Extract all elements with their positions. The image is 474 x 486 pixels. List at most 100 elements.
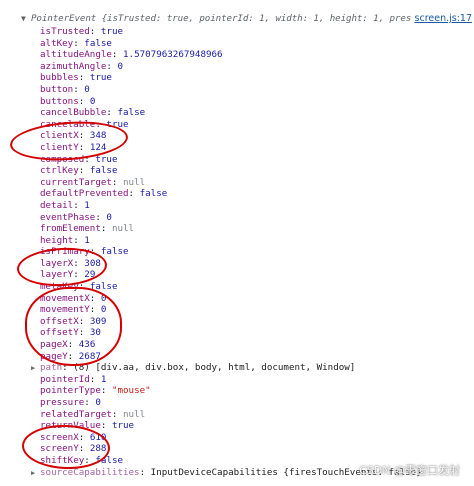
property-key: detail [40, 199, 74, 211]
property-key: pointerType [40, 385, 101, 397]
property-row-metakey: metaKey: false [0, 281, 474, 293]
property-value: 1 [100, 373, 107, 385]
key-separator: : [78, 130, 90, 142]
property-key: currentTarget [40, 176, 112, 188]
property-value: false [89, 165, 118, 177]
property-key: bubbles [40, 72, 79, 84]
property-key: fromElement [40, 223, 101, 235]
key-separator: : [73, 83, 85, 95]
key-separator: : [73, 199, 85, 211]
property-row-composed: composed: true [0, 154, 474, 166]
property-row-pagey: pageY: 2687 [0, 351, 474, 363]
expand-triangle-icon[interactable]: ▶ [31, 468, 40, 480]
property-row-buttons: buttons: 0 [0, 96, 474, 108]
property-value: true [100, 26, 124, 37]
watermark: CSDN @零窗口发射 [359, 464, 460, 477]
key-separator: : [73, 269, 85, 281]
key-separator: : [67, 350, 79, 362]
key-separator: : [106, 107, 118, 119]
property-row-istrusted: isTrusted: true [0, 26, 474, 38]
property-row-screeny: screenY: 288 [0, 443, 474, 455]
property-value: 1 [84, 199, 90, 211]
key-separator: : [78, 141, 90, 153]
property-key: offsetX [40, 315, 79, 327]
property-row-button: button: 0 [0, 84, 474, 96]
property-key: isPrimary [40, 246, 90, 258]
key-separator: : [67, 339, 79, 351]
property-row-offsety: offsetY: 30 [0, 327, 474, 339]
property-value: 0 [106, 211, 112, 223]
property-row-layery: layerY: 29 [0, 269, 474, 281]
property-key: composed [40, 153, 85, 165]
property-value: 0 [84, 83, 90, 95]
property-value: true [95, 153, 118, 165]
property-row-pressure: pressure: 0 [0, 397, 474, 409]
property-value: 348 [89, 130, 107, 142]
property-value: "mouse" [111, 385, 151, 397]
property-row-altkey: altKey: false [0, 38, 474, 50]
property-row-path[interactable]: ▶ path: (8) [div.aa, div.box, body, html,… [0, 362, 474, 374]
property-key: returnValue [40, 420, 101, 432]
property-row-cancelable: cancelable: true [0, 119, 474, 131]
property-value: 1 [84, 234, 90, 246]
property-value: 610 [89, 431, 107, 443]
key-separator: : [78, 95, 90, 107]
property-row-eventphase: eventPhase: 0 [0, 212, 474, 224]
property-key: pointerId [40, 373, 90, 385]
source-file-link[interactable]: screen.js:17 [411, 12, 472, 26]
key-separator: : [73, 234, 85, 246]
key-separator: : [84, 153, 96, 165]
console-log-entry[interactable]: ▼ PointerEvent {isTrusted: true, pointer… [0, 12, 474, 26]
property-row-fromelement: fromElement: null [0, 223, 474, 235]
property-key: altKey [40, 37, 74, 49]
property-row-altitudeangle: altitudeAngle: 1.5707963267948966 [0, 49, 474, 61]
property-value: true [111, 420, 135, 432]
property-value: 0 [100, 304, 107, 316]
property-value: 0 [100, 292, 107, 304]
property-key: pressure [40, 397, 85, 408]
property-key: offsetY [40, 327, 79, 339]
property-key: shiftKey [40, 454, 85, 466]
property-row-bubbles: bubbles: true [0, 72, 474, 84]
key-separator: : [89, 26, 101, 37]
key-separator: : [78, 443, 90, 455]
property-key: pageY [40, 350, 68, 362]
key-separator: : [78, 431, 90, 443]
property-value: false [117, 107, 146, 119]
property-key: layerX [40, 257, 74, 269]
property-row-layerx: layerX: 308 [0, 258, 474, 270]
property-key: sourceCapabilities [40, 466, 140, 478]
property-value: 0 [95, 397, 101, 408]
key-separator: : [78, 72, 90, 84]
property-key: azimuthAngle [40, 60, 107, 72]
property-key: relatedTarget [40, 408, 112, 420]
property-row-azimuthangle: azimuthAngle: 0 [0, 61, 474, 73]
property-value: false [100, 246, 129, 258]
key-separator: : [73, 37, 85, 49]
key-separator: : [78, 327, 90, 339]
property-key: altitudeAngle [40, 49, 112, 61]
property-value: 0 [89, 95, 96, 107]
property-value: 288 [89, 443, 107, 455]
key-separator: : [89, 304, 101, 316]
key-separator: : [78, 165, 90, 177]
property-value: false [84, 37, 112, 49]
property-value: 436 [78, 339, 96, 351]
property-row-movementy: movementY: 0 [0, 304, 474, 316]
property-key: defaultPrevented [40, 188, 129, 200]
key-separator: : [100, 385, 112, 397]
property-key: ctrlKey [40, 165, 79, 177]
property-row-relatedtarget: relatedTarget: null [0, 409, 474, 421]
property-value: 30 [89, 327, 101, 339]
key-separator: : [106, 60, 118, 72]
property-key: screenX [40, 431, 79, 443]
key-separator: : [89, 292, 101, 304]
collapse-triangle-icon[interactable]: ▼ [21, 12, 30, 26]
property-key: isTrusted [40, 26, 90, 37]
property-row-movementx: movementX: 0 [0, 293, 474, 305]
property-value: null [123, 408, 146, 420]
key-separator: : [78, 281, 90, 293]
property-key: metaKey [40, 281, 79, 293]
key-separator: : [95, 211, 107, 223]
property-row-pointertype: pointerType: "mouse" [0, 385, 474, 397]
